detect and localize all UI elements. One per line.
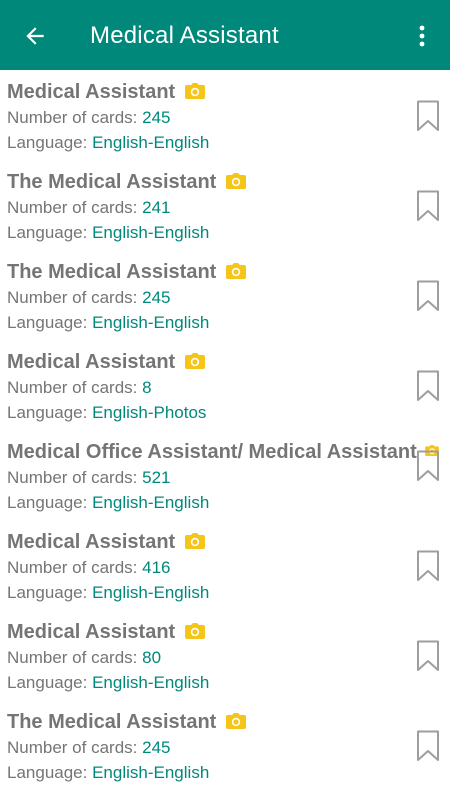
deck-title: Medical Assistant	[7, 531, 176, 553]
card-count-value: 8	[142, 378, 152, 397]
card-count-value: 416	[142, 558, 171, 577]
list-item[interactable]: The Medical Assistant Number of cards: 2…	[0, 700, 450, 790]
card-count: Number of cards: 521	[7, 468, 171, 487]
deck-title: Medical Assistant	[7, 621, 176, 643]
list-item[interactable]: Medical Assistant Number of cards: 80 La…	[0, 610, 450, 700]
deck-title: The Medical Assistant	[7, 171, 217, 193]
card-count-value: 245	[142, 108, 171, 127]
deck-title: Medical Assistant	[7, 351, 176, 373]
language: Language: English-English	[7, 223, 210, 242]
list-item[interactable]: Medical Assistant Number of cards: 245 L…	[0, 70, 450, 160]
card-count-value: 241	[142, 198, 171, 217]
language-value: English-English	[92, 223, 210, 242]
bookmark-icon[interactable]	[416, 100, 440, 132]
camera-icon	[185, 532, 206, 549]
deck-title: Medical Assistant	[7, 81, 176, 103]
bookmark-icon[interactable]	[416, 280, 440, 312]
language-value: English-Photos	[92, 403, 207, 422]
language-value: English-English	[92, 493, 210, 512]
bookmark-icon[interactable]	[416, 550, 440, 582]
language-value: English-English	[92, 313, 210, 332]
card-count: Number of cards: 245	[7, 108, 171, 127]
deck-title: Medical Office Assistant/ Medical Assist…	[7, 441, 417, 463]
list-item[interactable]: Medical Assistant Number of cards: 416 L…	[0, 520, 450, 610]
more-vert-icon[interactable]	[411, 23, 433, 49]
card-count: Number of cards: 80	[7, 648, 162, 667]
bookmark-icon[interactable]	[416, 640, 440, 672]
card-count-value: 245	[142, 288, 171, 307]
language: Language: English-English	[7, 313, 210, 332]
camera-icon	[185, 352, 206, 369]
list-item[interactable]: The Medical Assistant Number of cards: 2…	[0, 160, 450, 250]
language-value: English-English	[92, 673, 210, 692]
arrow-back-icon[interactable]	[22, 23, 48, 49]
bookmark-icon[interactable]	[416, 730, 440, 762]
language: Language: English-English	[7, 133, 210, 152]
bookmark-icon[interactable]	[416, 190, 440, 222]
card-count-value: 245	[142, 738, 171, 757]
camera-icon	[226, 172, 247, 189]
language: Language: English-English	[7, 673, 210, 692]
app-bar: Medical Assistant	[0, 0, 450, 70]
language: Language: English-Photos	[7, 403, 207, 422]
card-count: Number of cards: 245	[7, 288, 171, 307]
language-value: English-English	[92, 763, 210, 782]
page-title: Medical Assistant	[90, 22, 279, 49]
card-count: Number of cards: 245	[7, 738, 171, 757]
list-item[interactable]: The Medical Assistant Number of cards: 2…	[0, 250, 450, 340]
list-item[interactable]: Medical Assistant Number of cards: 8 Lan…	[0, 340, 450, 430]
list-item[interactable]: Medical Office Assistant/ Medical Assist…	[0, 430, 450, 520]
bookmark-icon[interactable]	[416, 370, 440, 402]
card-count: Number of cards: 416	[7, 558, 171, 577]
deck-list: Medical Assistant Number of cards: 245 L…	[0, 70, 450, 800]
deck-title: The Medical Assistant	[7, 261, 217, 283]
deck-title: The Medical Assistant	[7, 711, 217, 733]
bookmark-icon[interactable]	[416, 450, 440, 482]
language-value: English-English	[92, 133, 210, 152]
language: Language: English-English	[7, 763, 210, 782]
language: Language: English-English	[7, 493, 210, 512]
language-value: English-English	[92, 583, 210, 602]
card-count: Number of cards: 8	[7, 378, 152, 397]
camera-icon	[185, 622, 206, 639]
camera-icon	[226, 712, 247, 729]
card-count: Number of cards: 241	[7, 198, 171, 217]
camera-icon	[226, 262, 247, 279]
camera-icon	[185, 82, 206, 99]
language: Language: English-English	[7, 583, 210, 602]
card-count-value: 80	[142, 648, 162, 667]
card-count-value: 521	[142, 468, 171, 487]
